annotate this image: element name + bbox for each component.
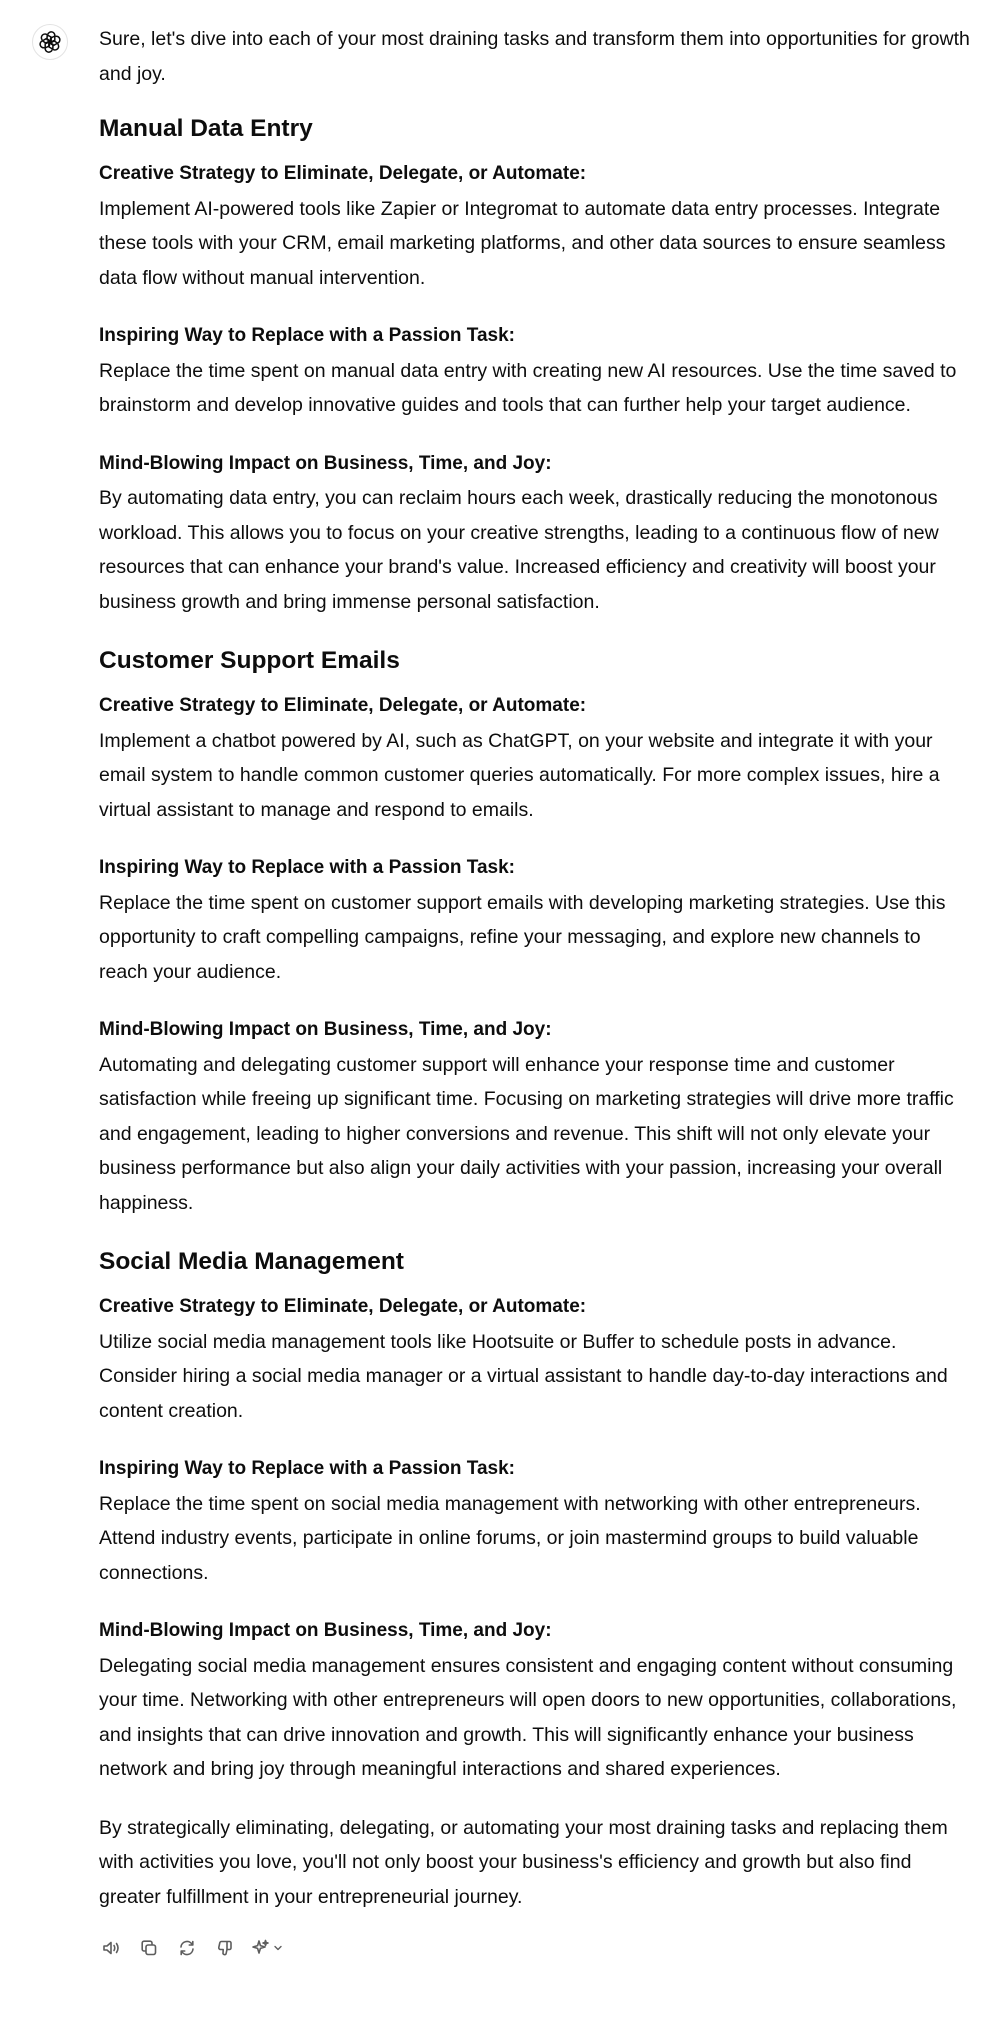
- message-outro: By strategically eliminating, delegating…: [99, 1816, 948, 1908]
- sub-body: Implement AI-powered tools like Zapier o…: [99, 197, 946, 289]
- sub-heading: Inspiring Way to Replace with a Passion …: [99, 1458, 515, 1479]
- model-switch-button[interactable]: [251, 1938, 284, 1958]
- assistant-avatar: [32, 24, 68, 60]
- section-title: Social Media Management: [99, 1248, 404, 1275]
- sub-heading: Inspiring Way to Replace with a Passion …: [99, 857, 515, 878]
- sub-body: Utilize social media management tools li…: [99, 1330, 948, 1422]
- section-title: Manual Data Entry: [99, 115, 313, 142]
- passion-block: Inspiring Way to Replace with a Passion …: [99, 1452, 974, 1590]
- sub-body: Implement a chatbot powered by AI, such …: [99, 729, 940, 821]
- sparkle-icon: [252, 1939, 269, 1954]
- sub-body: Replace the time spent on social media m…: [99, 1492, 921, 1584]
- read-aloud-button[interactable]: [99, 1936, 123, 1960]
- passion-block: Inspiring Way to Replace with a Passion …: [99, 319, 974, 423]
- chat-page: Sure, let's dive into each of your most …: [0, 0, 1000, 2020]
- sub-body: Delegating social media management ensur…: [99, 1654, 957, 1781]
- sub-body: By automating data entry, you can reclai…: [99, 487, 939, 613]
- message-intro: Sure, let's dive into each of your most …: [99, 28, 970, 85]
- strategy-block: Creative Strategy to Eliminate, Delegate…: [99, 689, 974, 827]
- sub-heading: Inspiring Way to Replace with a Passion …: [99, 325, 515, 346]
- chevron-down-icon: [274, 1945, 282, 1951]
- sub-body: Automating and delegating customer suppo…: [99, 1053, 954, 1214]
- sub-heading: Creative Strategy to Eliminate, Delegate…: [99, 695, 587, 716]
- sub-body: Replace the time spent on customer suppo…: [99, 891, 946, 983]
- section-title: Customer Support Emails: [99, 647, 400, 674]
- copy-button[interactable]: [137, 1936, 161, 1960]
- impact-block: Mind-Blowing Impact on Business, Time, a…: [99, 1013, 974, 1220]
- regenerate-icon: [180, 1940, 194, 1956]
- thumbs-down-button[interactable]: [213, 1936, 237, 1960]
- impact-block: Mind-Blowing Impact on Business, Time, a…: [99, 447, 974, 620]
- copy-icon: [141, 1940, 157, 1956]
- assistant-message: Sure, let's dive into each of your most …: [99, 22, 974, 1960]
- impact-block: Mind-Blowing Impact on Business, Time, a…: [99, 1614, 974, 1787]
- regenerate-button[interactable]: [175, 1936, 199, 1960]
- message-actions: [99, 1936, 974, 1960]
- sub-heading: Mind-Blowing Impact on Business, Time, a…: [99, 452, 552, 474]
- sub-heading: Mind-Blowing Impact on Business, Time, a…: [99, 1019, 552, 1040]
- section-customer-support-emails: Customer Support Emails Creative Strateg…: [99, 643, 974, 1220]
- sub-heading: Creative Strategy to Eliminate, Delegate…: [99, 163, 587, 184]
- section-social-media-management: Social Media Management Creative Strateg…: [99, 1244, 974, 1787]
- openai-logo-icon: [39, 31, 61, 53]
- section-manual-data-entry: Manual Data Entry Creative Strategy to E…: [99, 111, 974, 619]
- sub-body: Replace the time spent on manual data en…: [99, 359, 957, 417]
- strategy-block: Creative Strategy to Eliminate, Delegate…: [99, 1290, 974, 1428]
- thumbs-down-icon: [218, 1940, 232, 1956]
- strategy-block: Creative Strategy to Eliminate, Delegate…: [99, 157, 974, 295]
- sub-heading: Creative Strategy to Eliminate, Delegate…: [99, 1296, 587, 1317]
- read-aloud-icon: [103, 1941, 119, 1955]
- sub-heading: Mind-Blowing Impact on Business, Time, a…: [99, 1620, 552, 1641]
- passion-block: Inspiring Way to Replace with a Passion …: [99, 851, 974, 989]
